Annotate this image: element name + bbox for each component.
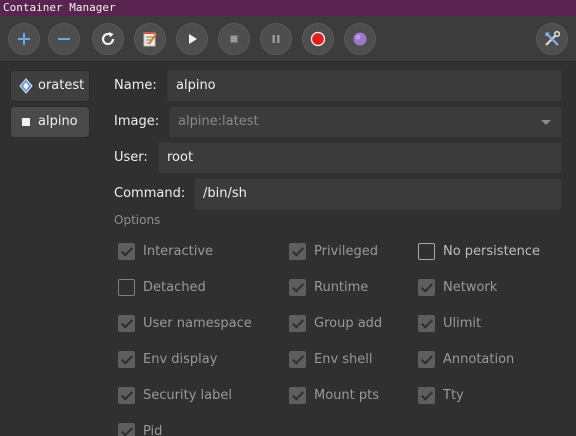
name-label: Name: [114, 78, 157, 93]
refresh-button[interactable] [92, 23, 124, 55]
user-label: User: [114, 150, 148, 165]
sidebar-item-oratest[interactable]: oratest [10, 70, 90, 102]
command-field[interactable]: /bin/sh [194, 178, 562, 210]
record-icon [310, 31, 326, 47]
diamond-icon [19, 78, 33, 94]
option-label: Detached [143, 280, 206, 295]
option-label: Tty [443, 388, 464, 403]
add-button[interactable] [8, 23, 40, 55]
start-button[interactable] [176, 23, 208, 55]
checkbox[interactable] [289, 315, 306, 332]
pause-icon [272, 35, 280, 43]
option-label: No persistence [443, 244, 541, 259]
checkbox[interactable] [289, 387, 306, 404]
play-icon [189, 34, 197, 44]
main-content: oratest alpino Name: alpino Image: alpin… [0, 63, 576, 436]
option-label: User namespace [143, 316, 252, 331]
option-label: Ulimit [443, 316, 482, 331]
remove-button[interactable] [48, 23, 80, 55]
checkbox[interactable] [118, 387, 135, 404]
checkbox[interactable] [118, 243, 135, 260]
command-label: Command: [114, 186, 186, 201]
sidebar-item-label: alpino [38, 114, 78, 129]
purple-circle-button[interactable] [344, 23, 376, 55]
refresh-icon [101, 32, 115, 46]
sidebar-item-label: oratest [38, 78, 85, 93]
option-label: Group add [314, 316, 383, 331]
option-label: Env shell [314, 352, 373, 367]
option-label: Env display [143, 352, 218, 367]
option-label: Runtime [314, 280, 369, 295]
edit-button[interactable] [134, 23, 166, 55]
record-button[interactable] [302, 23, 334, 55]
window-title: Container Manager [3, 1, 116, 14]
image-select-value: alpine:latest [178, 114, 259, 129]
notepad-icon [143, 32, 157, 47]
user-field[interactable]: root [158, 142, 562, 174]
sidebar-item-alpino[interactable]: alpino [10, 106, 90, 138]
container-list: oratest alpino [0, 63, 100, 436]
checkbox[interactable] [289, 351, 306, 368]
checkbox[interactable] [118, 423, 135, 436]
checkbox[interactable] [418, 387, 435, 404]
checkbox[interactable] [289, 243, 306, 260]
stop-icon [230, 35, 238, 43]
checkbox[interactable] [118, 279, 135, 296]
minus-icon [58, 38, 70, 40]
options-heading: Options [114, 213, 161, 227]
plus-icon [18, 33, 30, 45]
title-bar: Container Manager [0, 0, 576, 16]
stop-button[interactable] [218, 23, 250, 55]
option-label: Security label [143, 388, 232, 403]
toolbar [0, 16, 576, 62]
option-label: Network [443, 280, 498, 295]
checkbox[interactable] [418, 243, 435, 260]
settings-button[interactable] [536, 23, 568, 55]
checkbox[interactable] [289, 279, 306, 296]
checkbox[interactable] [418, 315, 435, 332]
chevron-down-icon [541, 120, 551, 125]
option-label: Interactive [143, 244, 214, 259]
option-label: Pid [143, 424, 163, 436]
checkbox[interactable] [118, 351, 135, 368]
checkbox[interactable] [418, 351, 435, 368]
image-label: Image: [114, 114, 160, 129]
option-label: Mount pts [314, 388, 379, 403]
option-label: Privileged [314, 244, 378, 259]
image-select[interactable]: alpine:latest [169, 106, 562, 138]
square-icon [22, 118, 30, 126]
checkbox[interactable] [118, 315, 135, 332]
pause-button[interactable] [260, 23, 292, 55]
purple-circle-icon [353, 32, 367, 46]
name-field[interactable]: alpino [167, 70, 562, 102]
option-label: Annotation [443, 352, 515, 367]
checkbox[interactable] [418, 279, 435, 296]
tools-icon [545, 30, 561, 46]
